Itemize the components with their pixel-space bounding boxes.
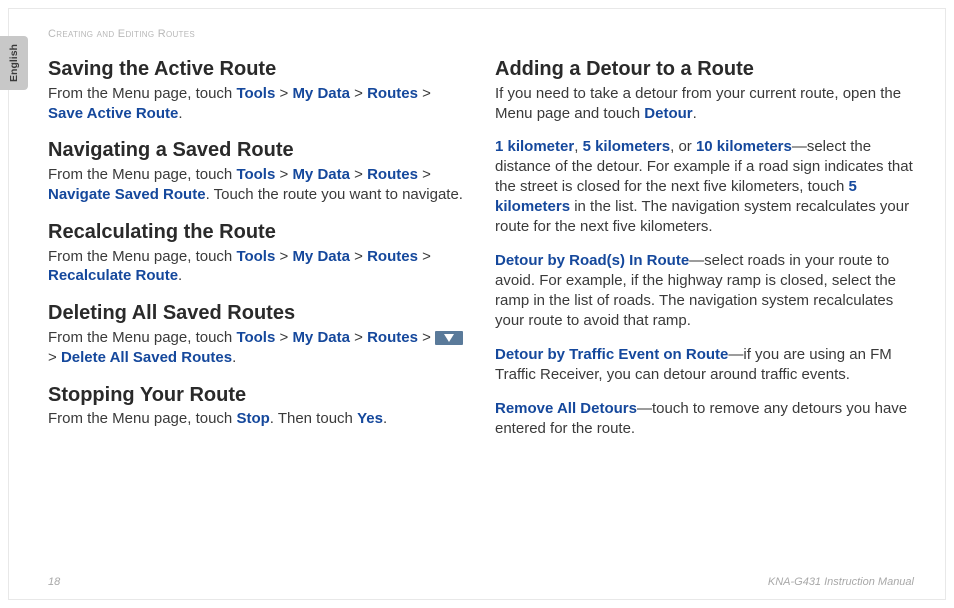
routes-action: Routes <box>367 329 418 346</box>
remove-all-detours-option: Remove All Detours <box>495 400 637 417</box>
routes-action: Routes <box>367 248 418 265</box>
stopping-your-route-title: Stopping Your Route <box>48 382 467 409</box>
my-data-action: My Data <box>292 166 350 183</box>
deleting-all-saved-routes-text: From the Menu page, touch Tools > My Dat… <box>48 328 467 368</box>
navigating-saved-route-title: Navigating a Saved Route <box>48 137 467 164</box>
one-km-option: 1 kilometer <box>495 138 574 155</box>
my-data-action: My Data <box>292 85 350 102</box>
adding-detour-intro: If you need to take a detour from your c… <box>495 84 914 124</box>
language-tab: English <box>0 36 28 90</box>
adding-detour-title: Adding a Detour to a Route <box>495 56 914 83</box>
detour-distance-text: 1 kilometer, 5 kilometers, or 10 kilomet… <box>495 137 914 237</box>
delete-all-saved-routes-action: Delete All Saved Routes <box>61 349 232 366</box>
right-column: Adding a Detour to a Route If you need t… <box>495 56 914 566</box>
detour-by-traffic-text: Detour by Traffic Event on Route—if you … <box>495 345 914 385</box>
recalculate-route-action: Recalculate Route <box>48 267 178 284</box>
language-tab-label: English <box>8 44 20 82</box>
tools-action: Tools <box>236 248 275 265</box>
dropdown-icon <box>435 331 463 345</box>
routes-action: Routes <box>367 166 418 183</box>
yes-action: Yes <box>357 410 383 427</box>
page-number: 18 <box>48 576 60 588</box>
my-data-action: My Data <box>292 248 350 265</box>
navigating-saved-route-text: From the Menu page, touch Tools > My Dat… <box>48 165 467 205</box>
my-data-action: My Data <box>292 329 350 346</box>
saving-active-route-text: From the Menu page, touch Tools > My Dat… <box>48 84 467 124</box>
deleting-all-saved-routes-title: Deleting All Saved Routes <box>48 300 467 327</box>
detour-by-roads-text: Detour by Road(s) In Route—select roads … <box>495 251 914 331</box>
tools-action: Tools <box>236 166 275 183</box>
left-column: Saving the Active Route From the Menu pa… <box>48 56 467 566</box>
detour-by-roads-option: Detour by Road(s) In Route <box>495 252 689 269</box>
detour-action: Detour <box>644 105 692 122</box>
detour-by-traffic-option: Detour by Traffic Event on Route <box>495 346 728 363</box>
content-area: Saving the Active Route From the Menu pa… <box>48 56 914 566</box>
footer: 18 KNA-G431 Instruction Manual <box>48 576 914 588</box>
recalculating-route-text: From the Menu page, touch Tools > My Dat… <box>48 247 467 287</box>
save-active-route-action: Save Active Route <box>48 105 178 122</box>
saving-active-route-title: Saving the Active Route <box>48 56 467 83</box>
navigate-saved-route-action: Navigate Saved Route <box>48 186 206 203</box>
five-km-option: 5 kilometers <box>583 138 671 155</box>
remove-all-detours-text: Remove All Detours—touch to remove any d… <box>495 399 914 439</box>
stop-action: Stop <box>236 410 269 427</box>
routes-action: Routes <box>367 85 418 102</box>
stopping-your-route-text: From the Menu page, touch Stop. Then tou… <box>48 409 467 429</box>
tools-action: Tools <box>236 329 275 346</box>
manual-name: KNA-G431 Instruction Manual <box>768 576 914 588</box>
recalculating-route-title: Recalculating the Route <box>48 219 467 246</box>
tools-action: Tools <box>236 85 275 102</box>
breadcrumb: Creating and Editing Routes <box>48 28 195 40</box>
ten-km-option: 10 kilometers <box>696 138 792 155</box>
